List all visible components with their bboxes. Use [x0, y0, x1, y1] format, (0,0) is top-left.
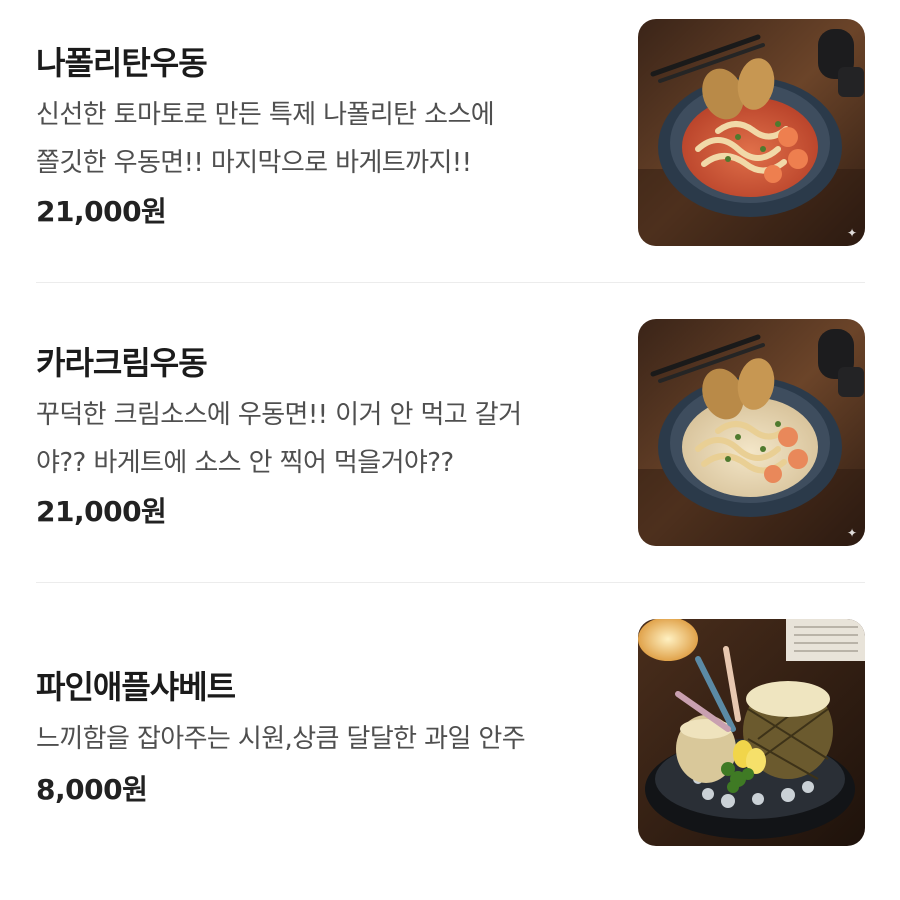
- food-photo-icon: [638, 19, 865, 246]
- menu-item-description: 꾸덕한 크림소스에 우동면!! 이거 안 먹고 갈거 야?? 바게트에 소스 안…: [36, 391, 616, 487]
- sparkle-icon: ✦: [846, 526, 857, 540]
- description-line: 신선한 토마토로 만든 특제 나폴리탄 소스에: [36, 100, 495, 130]
- menu-item-napolitan-udon[interactable]: 나폴리탄우동 신선한 토마토로 만든 특제 나폴리탄 소스에 쫄깃한 우동면!!…: [0, 0, 900, 300]
- menu-item-image[interactable]: [638, 619, 865, 846]
- menu-item-image[interactable]: ✦: [638, 319, 865, 546]
- description-line: 꾸덕한 크림소스에 우동면!! 이거 안 먹고 갈거: [36, 400, 522, 430]
- description-line: 야?? 바게트에 소스 안 찍어 먹을거야??: [36, 448, 454, 478]
- menu-item-image[interactable]: ✦: [638, 19, 865, 246]
- menu-item-price: 21,000원: [36, 195, 167, 228]
- food-photo-icon: [638, 619, 865, 846]
- menu-item-name: 파인애플샤베트: [36, 668, 236, 706]
- description-line: 쫄깃한 우동면!! 마지막으로 바게트까지!!: [36, 148, 472, 178]
- menu-item-price: 21,000원: [36, 495, 167, 528]
- food-photo-icon: [638, 319, 865, 546]
- menu-item-description: 신선한 토마토로 만든 특제 나폴리탄 소스에 쫄깃한 우동면!! 마지막으로 …: [36, 91, 616, 187]
- menu-list: 나폴리탄우동 신선한 토마토로 만든 특제 나폴리탄 소스에 쫄깃한 우동면!!…: [0, 0, 900, 858]
- menu-item-name: 나폴리탄우동: [36, 44, 208, 82]
- divider: [36, 282, 865, 283]
- divider: [36, 582, 865, 583]
- sparkle-icon: ✦: [846, 226, 857, 240]
- menu-item-pineapple-sherbet[interactable]: 파인애플샤베트 느끼함을 잡아주는 시원,상큼 달달한 과일 안주 8,000원: [0, 600, 900, 900]
- menu-item-description: 느끼함을 잡아주는 시원,상큼 달달한 과일 안주: [36, 715, 616, 763]
- menu-item-cara-cream-udon[interactable]: 카라크림우동 꾸덕한 크림소스에 우동면!! 이거 안 먹고 갈거 야?? 바게…: [0, 300, 900, 600]
- description-line: 느끼함을 잡아주는 시원,상큼 달달한 과일 안주: [36, 724, 526, 754]
- menu-item-name: 카라크림우동: [36, 344, 208, 382]
- menu-item-price: 8,000원: [36, 773, 148, 806]
